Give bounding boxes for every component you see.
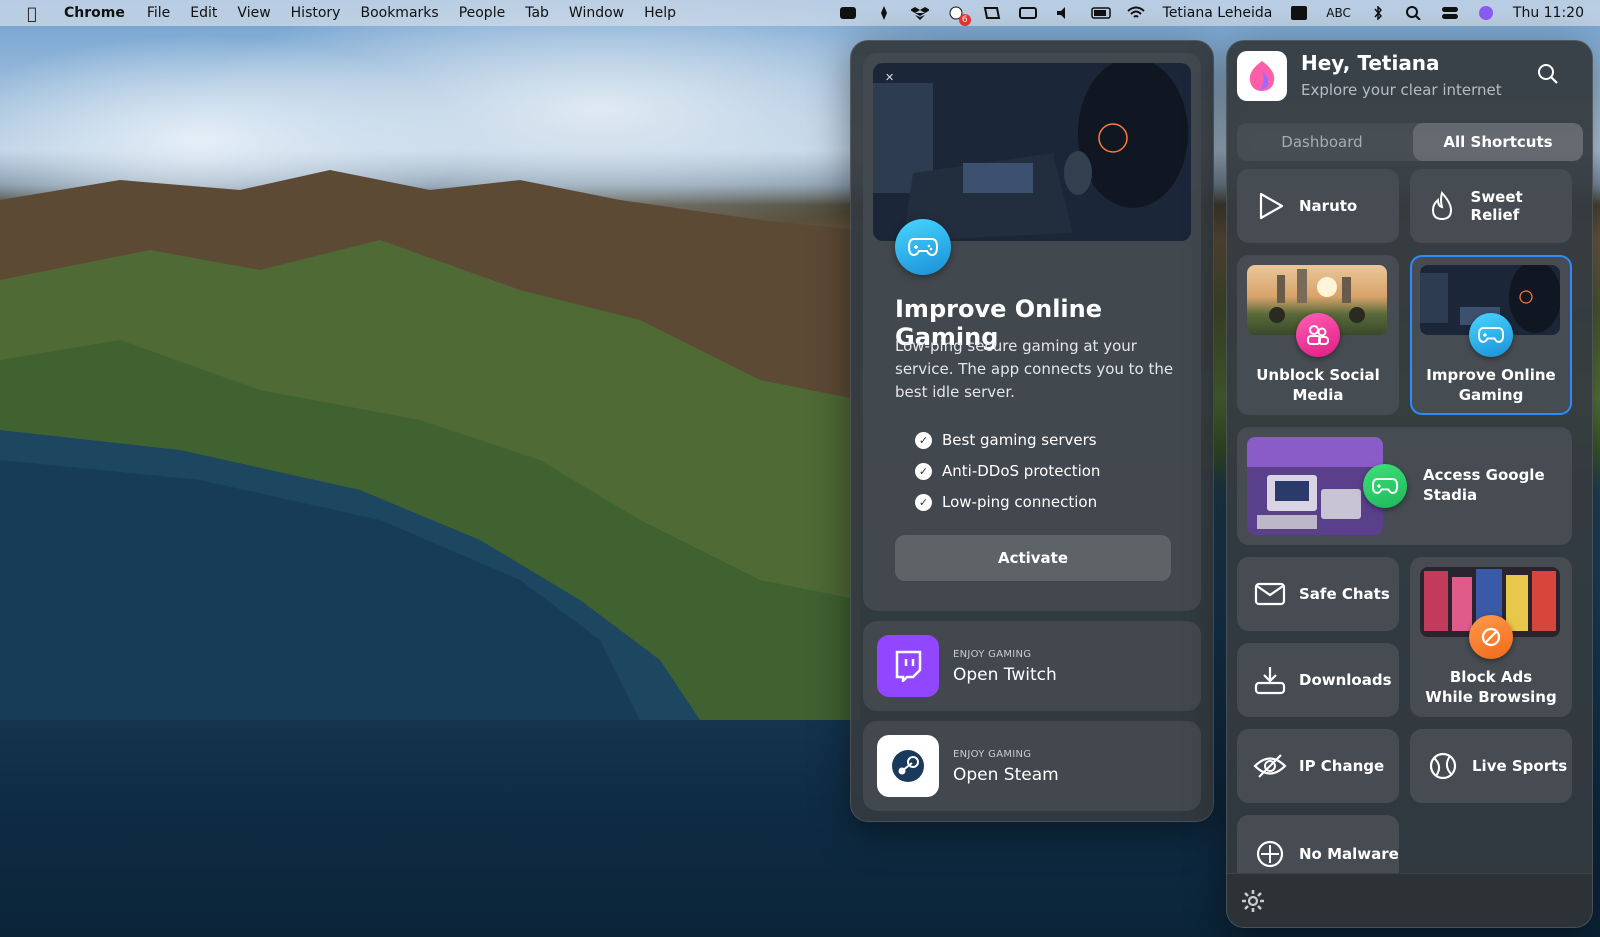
check-icon: ✓ [915, 431, 932, 449]
menu-clock: Thu 11:20 [1512, 5, 1584, 21]
menu-help[interactable]: Help [634, 5, 686, 21]
shortcut-label: Naruto [1299, 197, 1358, 215]
open-steam-card[interactable]: ENJOY GAMING Open Steam [863, 721, 1201, 811]
gamepad-icon [895, 219, 951, 275]
feature-item-label: Low-ping connection [942, 493, 1098, 511]
shortcut-label: No Malware [1299, 845, 1399, 863]
shortcut-label: Unblock Social Media [1256, 366, 1380, 404]
shortcut-ip-change[interactable]: IP Change [1237, 729, 1399, 803]
feature-description: Low-ping secure gaming at your service. … [895, 337, 1174, 401]
shortcut-unblock-social[interactable]: Unblock Social Media [1237, 255, 1399, 415]
check-icon: ✓ [915, 462, 932, 480]
extension-icon[interactable] [983, 6, 1001, 20]
feature-item: ✓ Best gaming servers [915, 431, 1097, 449]
shortcut-live-sports[interactable]: Live Sports [1410, 729, 1572, 803]
open-twitch-card[interactable]: ENJOY GAMING Open Twitch [863, 621, 1201, 711]
feature-item: ✓ Anti-DDoS protection [915, 462, 1100, 480]
shortcut-label: IP Change [1299, 757, 1385, 775]
menu-extras: 6 Tetiana Leheida ABC Thu 11:20 [839, 0, 1584, 26]
shortcut-google-stadia[interactable]: Access Google Stadia [1237, 427, 1572, 545]
notification-icon[interactable]: 6 [947, 6, 971, 26]
steam-icon [877, 735, 939, 797]
shortcut-sweet-relief[interactable]: Sweet Relief [1410, 169, 1572, 243]
menu-app-name[interactable]: Chrome [64, 5, 137, 21]
people-icon [1296, 313, 1340, 357]
gear-icon[interactable] [1241, 889, 1265, 917]
close-icon[interactable]: ✕ [885, 71, 894, 84]
shortcut-downloads[interactable]: Downloads [1237, 643, 1399, 717]
greeting: Hey, Tetiana [1301, 51, 1440, 75]
app-logo [1237, 51, 1287, 101]
apple-icon[interactable]:  [0, 4, 64, 23]
shortcut-label: Live Sports [1472, 757, 1568, 775]
menu-bookmarks[interactable]: Bookmarks [350, 5, 448, 21]
menu-window[interactable]: Window [559, 5, 634, 21]
panel-footer [1227, 873, 1592, 927]
shortcut-label: Access Google Stadia [1423, 466, 1545, 504]
shortcut-improve-gaming[interactable]: Improve Online Gaming [1410, 255, 1572, 415]
download-icon [1253, 663, 1287, 697]
greeting-subtitle: Explore your clear internet [1301, 81, 1502, 99]
gamepad-icon [1363, 464, 1407, 508]
enjoy-gaming-caption: ENJOY GAMING [953, 749, 1032, 760]
notification-badge: 6 [958, 14, 971, 26]
ball-icon [1426, 749, 1460, 783]
menu-view[interactable]: View [227, 5, 280, 21]
battery-icon[interactable] [1090, 6, 1111, 20]
dropbox-icon[interactable] [909, 6, 930, 20]
gaming-hero-image: ✕ [873, 63, 1191, 241]
shortcuts-panel: Hey, Tetiana Explore your clear internet… [1226, 40, 1593, 928]
menu-file[interactable]: File [137, 5, 180, 21]
activate-button[interactable]: Activate [895, 535, 1171, 581]
menu-people[interactable]: People [449, 5, 516, 21]
memory-icon[interactable] [1018, 6, 1037, 20]
check-icon: ✓ [915, 493, 932, 511]
sparkle-icon[interactable] [875, 6, 893, 20]
menu-edit[interactable]: Edit [180, 5, 227, 21]
flame-icon [1426, 189, 1459, 223]
shortcut-label: Improve Online Gaming [1426, 366, 1556, 404]
enjoy-gaming-caption: ENJOY GAMING [953, 649, 1032, 660]
open-twitch-label: Open Twitch [953, 665, 1057, 685]
mail-icon [1253, 577, 1287, 611]
menu-bar:  Chrome File Edit View History Bookmark… [0, 0, 1600, 26]
input-source-icon[interactable] [1290, 6, 1308, 20]
wifi-icon[interactable] [1126, 6, 1145, 20]
play-icon [1253, 189, 1287, 223]
menu-tab[interactable]: Tab [515, 5, 559, 21]
feature-item-label: Anti-DDoS protection [942, 462, 1101, 480]
menu-user-name[interactable]: Tetiana Leheida [1163, 5, 1273, 21]
volume-icon[interactable] [1055, 6, 1073, 20]
open-steam-label: Open Steam [953, 765, 1059, 785]
twitch-icon [877, 635, 939, 697]
control-center-icon[interactable] [1441, 6, 1459, 20]
feature-item-label: Best gaming servers [942, 431, 1097, 449]
shortcut-label: Downloads [1299, 671, 1392, 689]
siri-icon[interactable] [1477, 6, 1495, 20]
tab-dashboard[interactable]: Dashboard [1237, 123, 1407, 161]
input-source-label[interactable]: ABC [1326, 6, 1351, 20]
shortcut-block-ads[interactable]: Block Ads While Browsing [1410, 557, 1572, 717]
shortcut-label: Sweet Relief [1470, 188, 1523, 224]
spotlight-icon[interactable] [1405, 6, 1423, 21]
tab-bar: Dashboard All Shortcuts [1237, 123, 1583, 161]
zoom-icon[interactable] [839, 6, 857, 20]
bluetooth-icon[interactable] [1369, 5, 1387, 21]
feature-item: ✓ Low-ping connection [915, 493, 1097, 511]
gamepad-icon [1469, 313, 1513, 357]
feature-panel: ✕ Improve Online Gaming Low-ping secure … [850, 40, 1214, 822]
search-icon[interactable] [1537, 63, 1559, 89]
shortcut-naruto[interactable]: Naruto [1237, 169, 1399, 243]
eye-off-icon [1253, 749, 1287, 783]
block-icon [1469, 615, 1513, 659]
shield-icon [1253, 837, 1287, 871]
feature-card: ✕ Improve Online Gaming Low-ping secure … [863, 53, 1201, 611]
menu-history[interactable]: History [281, 5, 351, 21]
shortcut-safe-chats[interactable]: Safe Chats [1237, 557, 1399, 631]
shortcut-label: Safe Chats [1299, 585, 1390, 603]
wallpaper-landscape [0, 170, 860, 720]
tab-all-shortcuts[interactable]: All Shortcuts [1413, 123, 1583, 161]
shortcut-label: Block Ads While Browsing [1425, 668, 1557, 706]
